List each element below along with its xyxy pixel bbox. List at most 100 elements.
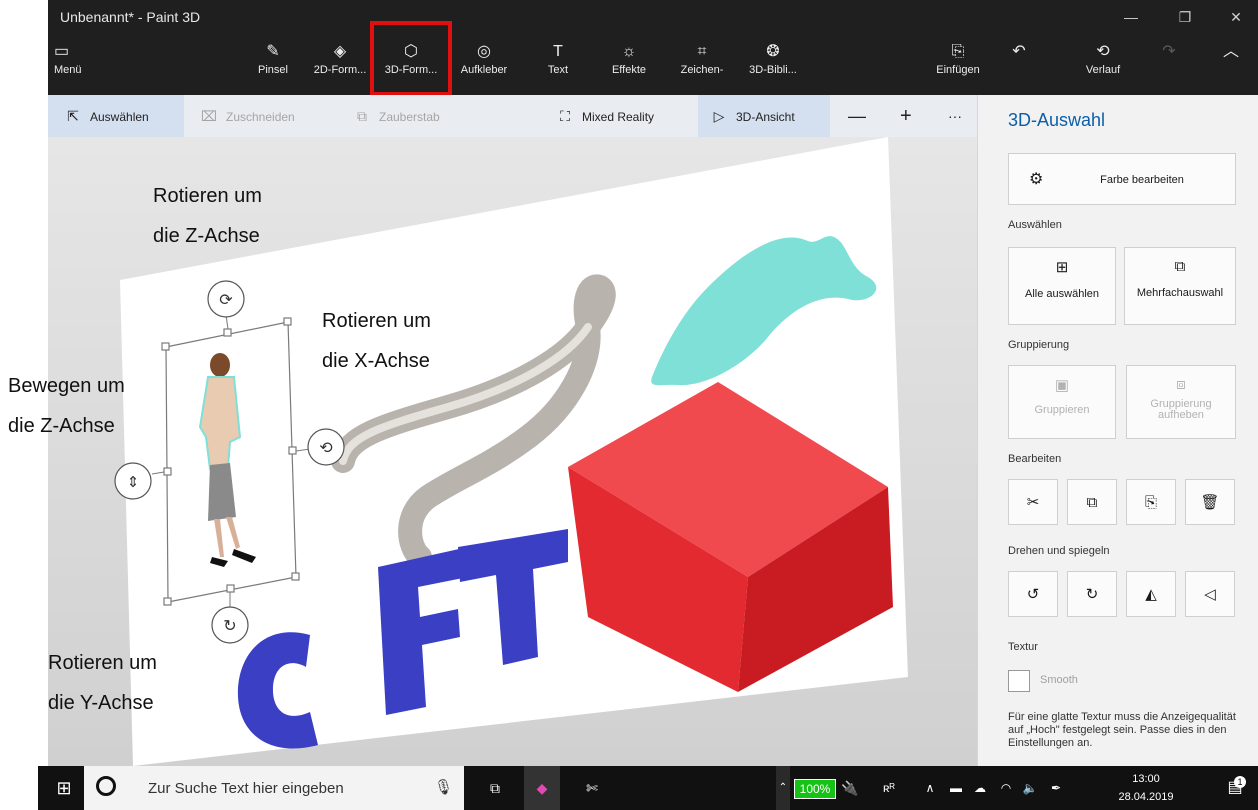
undo-button[interactable]: ↶ bbox=[1004, 40, 1034, 88]
tool-canvas[interactable]: ⌗ Zeichen- bbox=[674, 40, 730, 88]
history-button[interactable]: ⟲ Verlauf bbox=[1078, 40, 1128, 88]
svg-text:↻: ↻ bbox=[223, 616, 236, 635]
brush-icon: ✎ bbox=[266, 43, 280, 60]
annotation-x-rotate-2: die X-Achse bbox=[322, 350, 430, 372]
menu-button[interactable]: ▭ Menü bbox=[54, 40, 104, 88]
section-grouping: Gruppierung bbox=[1008, 339, 1070, 351]
flip-vertical-icon: ◁ bbox=[1204, 586, 1216, 603]
sub-toolbar: ⇱ Auswählen ⌧ Zuschneiden ⧉ Zauberstab ⛶ Mix… bbox=[48, 95, 977, 137]
select-tool[interactable]: ⇱ Auswählen bbox=[48, 95, 184, 137]
annotation-y-rotate-2: die Y-Achse bbox=[48, 692, 154, 714]
menu-icon: ▭ bbox=[54, 43, 70, 60]
flip-vertical-button[interactable]: ◁ bbox=[1185, 571, 1235, 617]
trash-icon: 🗑 bbox=[1200, 494, 1220, 511]
cut-button[interactable]: ✂ bbox=[1008, 479, 1058, 525]
undo-icon: ↶ bbox=[1012, 43, 1026, 60]
collapse-toolbar-button[interactable]: ︿ bbox=[1216, 40, 1246, 88]
rotate-z-gizmo[interactable]: ⟳ bbox=[207, 280, 245, 318]
tray-scroll[interactable]: ⌃ bbox=[776, 766, 790, 810]
smooth-checkbox[interactable] bbox=[1008, 670, 1030, 692]
paint3d-app-icon: ◆ bbox=[536, 780, 548, 796]
taskbar-search[interactable]: Zur Suche Text hier eingeben 🎙 bbox=[84, 766, 464, 810]
group-button[interactable]: ▣ Gruppieren bbox=[1008, 365, 1116, 439]
section-select: Auswählen bbox=[1008, 219, 1062, 231]
paste-icon: ⎘ bbox=[1144, 494, 1157, 511]
crop-tool[interactable]: ⌧ Zuschneiden bbox=[200, 95, 295, 137]
delete-button[interactable]: 🗑 bbox=[1185, 479, 1235, 525]
tool-text[interactable]: T Text bbox=[538, 40, 578, 88]
pen-icon[interactable]: ✒ bbox=[1044, 766, 1068, 810]
3d-library-icon: ❂ bbox=[766, 43, 780, 60]
history-icon: ⟲ bbox=[1096, 43, 1110, 60]
cut-icon: ✂ bbox=[1026, 494, 1040, 511]
microphone-icon[interactable]: 🎙 bbox=[434, 778, 453, 796]
texture-note: Für eine glatte Textur muss die Anzeigeq… bbox=[1008, 711, 1236, 749]
rotate-left-icon: ↺ bbox=[1026, 586, 1040, 603]
people-icon[interactable]: ʀᴿ bbox=[874, 766, 904, 810]
ungroup-button[interactable]: ⧈ Gruppierung aufheben bbox=[1126, 365, 1236, 439]
mixed-reality-button[interactable]: ⛶ Mixed Reality bbox=[556, 95, 654, 137]
tool-effects[interactable]: ☼ Effekte bbox=[604, 40, 654, 88]
paste-button[interactable]: ⎘ bbox=[1126, 479, 1176, 525]
tray-app-icon[interactable]: ▬ bbox=[944, 766, 968, 810]
3d-selection-panel: 3D-Auswahl ⚙ Farbe bearbeiten Auswählen … bbox=[977, 95, 1258, 766]
sticker-icon: ◎ bbox=[477, 43, 491, 60]
multi-select-button[interactable]: ⧉ Mehrfachauswahl bbox=[1124, 247, 1236, 325]
effects-icon: ☼ bbox=[621, 43, 637, 60]
power-plug-icon: 🔌 bbox=[841, 780, 859, 796]
insert-button[interactable]: ⎘ Einfügen bbox=[928, 40, 988, 88]
rotate-y-gizmo[interactable]: ↻ bbox=[211, 606, 249, 644]
notification-count: 1 bbox=[1234, 776, 1246, 788]
tool-3d-library[interactable]: ❂ 3D-Bibli... bbox=[740, 40, 806, 88]
magic-select-tool[interactable]: ⧉ Zauberstab bbox=[353, 95, 440, 137]
3d-view-toggle[interactable]: ▷ 3D-Ansicht bbox=[698, 95, 830, 137]
wifi-icon[interactable]: ◠ bbox=[994, 766, 1018, 810]
rotate-right-button[interactable]: ↻ bbox=[1067, 571, 1117, 617]
redo-button[interactable]: ↷ bbox=[1154, 40, 1184, 88]
paint3d-taskbar-app[interactable]: ◆ bbox=[524, 766, 560, 810]
edit-color-button[interactable]: ⚙ Farbe bearbeiten bbox=[1008, 153, 1236, 205]
crop-icon: ⌧ bbox=[200, 108, 218, 124]
flip-horizontal-button[interactable]: ◭ bbox=[1126, 571, 1176, 617]
minimize-button[interactable]: — bbox=[1114, 6, 1148, 28]
tray-chevron-icon[interactable]: ∧ bbox=[918, 766, 942, 810]
svg-text:⟳: ⟳ bbox=[219, 290, 233, 309]
rotate-right-icon: ↻ bbox=[1085, 586, 1099, 603]
magic-select-icon: ⧉ bbox=[357, 108, 367, 124]
tool-2d-shapes[interactable]: ◈ 2D-Form... bbox=[310, 40, 370, 88]
zoom-in-button[interactable]: + bbox=[900, 95, 912, 137]
cortana-icon bbox=[96, 776, 116, 796]
section-edit: Bearbeiten bbox=[1008, 453, 1062, 465]
tool-brushes[interactable]: ✎ Pinsel bbox=[248, 40, 298, 88]
insert-icon: ⎘ bbox=[951, 43, 965, 60]
battery-indicator[interactable]: 100% bbox=[794, 779, 836, 799]
panel-title: 3D-Auswahl bbox=[1008, 110, 1106, 130]
clock[interactable]: 13:00 28.04.2019 bbox=[1106, 770, 1186, 806]
start-button[interactable]: ⊞ bbox=[46, 766, 82, 810]
3d-view-icon: ▷ bbox=[713, 108, 725, 124]
select-all-button[interactable]: ⊞ Alle auswählen bbox=[1008, 247, 1116, 325]
smooth-label: Smooth bbox=[1040, 674, 1078, 686]
close-button[interactable]: ✕ bbox=[1219, 6, 1253, 28]
onedrive-icon[interactable]: ☁ bbox=[968, 766, 992, 810]
svg-text:⇕: ⇕ bbox=[127, 473, 140, 491]
move-z-gizmo[interactable]: ⇕ bbox=[114, 462, 152, 500]
section-texture: Textur bbox=[1008, 641, 1038, 653]
rotate-left-button[interactable]: ↺ bbox=[1008, 571, 1058, 617]
copy-button[interactable]: ⧉ bbox=[1067, 479, 1117, 525]
svg-text:⟲: ⟲ bbox=[319, 438, 333, 457]
redo-icon: ↷ bbox=[1162, 43, 1176, 60]
rotate-x-gizmo[interactable]: ⟲ bbox=[307, 428, 345, 466]
chevron-up-icon: ⌃ bbox=[778, 782, 788, 793]
annotation-z-rotate-1: Rotieren um bbox=[153, 185, 262, 207]
volume-icon[interactable]: 🔈 bbox=[1018, 766, 1042, 810]
zoom-out-button[interactable]: — bbox=[848, 95, 866, 137]
more-options-button[interactable]: ··· bbox=[948, 95, 962, 137]
tool-stickers[interactable]: ◎ Aufkleber bbox=[454, 40, 514, 88]
snipping-taskbar-app[interactable]: ✄ bbox=[574, 766, 610, 810]
task-view-button[interactable]: ⧉ bbox=[480, 766, 510, 810]
annotation-y-rotate-1: Rotieren um bbox=[48, 652, 157, 674]
2d-shapes-icon: ◈ bbox=[333, 43, 347, 60]
action-center-button[interactable]: ▤ 1 bbox=[1220, 766, 1250, 810]
maximize-button[interactable]: ❐ bbox=[1168, 6, 1202, 28]
